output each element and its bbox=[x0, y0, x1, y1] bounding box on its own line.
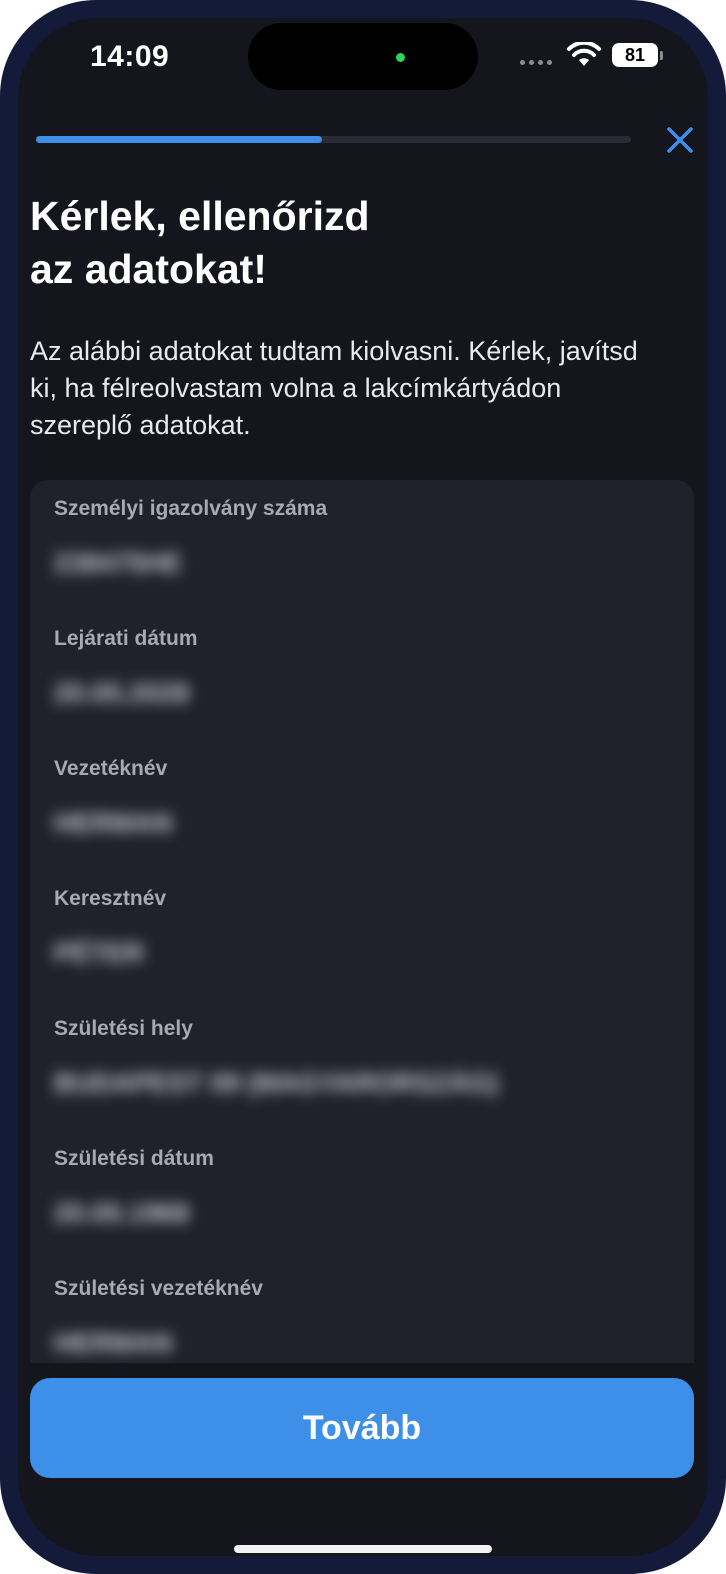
progress-bar bbox=[36, 136, 631, 143]
continue-button[interactable]: Tovább bbox=[30, 1378, 694, 1478]
field-label: Vezetéknév bbox=[54, 757, 168, 780]
page-subtitle: Az alábbi adatokat tudtam kiolvasni. Kér… bbox=[30, 336, 638, 440]
field-last-name[interactable]: Vezetéknév HERMAN bbox=[54, 756, 674, 866]
field-value[interactable]: BUDAPEST 09 (MAGYARORSZÁG) bbox=[54, 1066, 674, 1100]
phone-frame: 14:09 81 Kérlek, ellenőrizd az adatokat!… bbox=[0, 0, 726, 1574]
field-value[interactable]: PÉTER bbox=[54, 936, 674, 970]
field-birth-place[interactable]: Születési hely BUDAPEST 09 (MAGYARORSZÁG… bbox=[54, 1016, 674, 1126]
page-title-line-1: Kérlek, ellenőrizd bbox=[30, 193, 370, 239]
home-indicator[interactable] bbox=[234, 1545, 492, 1553]
camera-indicator-icon bbox=[396, 53, 405, 62]
field-label: Születési hely bbox=[54, 1017, 193, 1040]
battery-icon: 81 bbox=[612, 43, 658, 67]
field-label: Születési dátum bbox=[54, 1147, 214, 1170]
field-value[interactable]: HERMAN bbox=[54, 1326, 674, 1360]
wifi-icon bbox=[567, 42, 601, 66]
field-id-card-number[interactable]: Személyi igazolvány száma 238475HE bbox=[54, 496, 674, 606]
field-value[interactable]: 238475HE bbox=[54, 546, 674, 580]
page-title-line-2: az adatokat! bbox=[30, 246, 267, 292]
data-card: Személyi igazolvány száma 238475HE Lejár… bbox=[30, 480, 694, 1380]
field-value[interactable]: 20.05.1968 bbox=[54, 1196, 674, 1230]
field-label: Keresztnév bbox=[54, 887, 167, 910]
progress-bar-fill bbox=[36, 136, 322, 143]
field-label: Születési vezetéknév bbox=[54, 1277, 263, 1300]
screen: 14:09 81 Kérlek, ellenőrizd az adatokat!… bbox=[18, 18, 708, 1556]
field-label: Lejárati dátum bbox=[54, 627, 198, 650]
field-label: Személyi igazolvány száma bbox=[54, 497, 328, 520]
close-icon[interactable] bbox=[662, 122, 698, 158]
field-birth-date[interactable]: Születési dátum 20.05.1968 bbox=[54, 1146, 674, 1256]
battery-cap bbox=[660, 51, 663, 60]
cellular-signal-icon bbox=[520, 60, 552, 65]
field-value[interactable]: 20.05.2028 bbox=[54, 676, 674, 710]
field-expiry-date[interactable]: Lejárati dátum 20.05.2028 bbox=[54, 626, 674, 736]
page-title: Kérlek, ellenőrizd az adatokat! bbox=[30, 190, 650, 296]
status-time: 14:09 bbox=[90, 40, 170, 73]
field-first-name[interactable]: Keresztnév PÉTER bbox=[54, 886, 674, 996]
dynamic-island bbox=[248, 23, 478, 90]
field-value[interactable]: HERMAN bbox=[54, 806, 674, 840]
